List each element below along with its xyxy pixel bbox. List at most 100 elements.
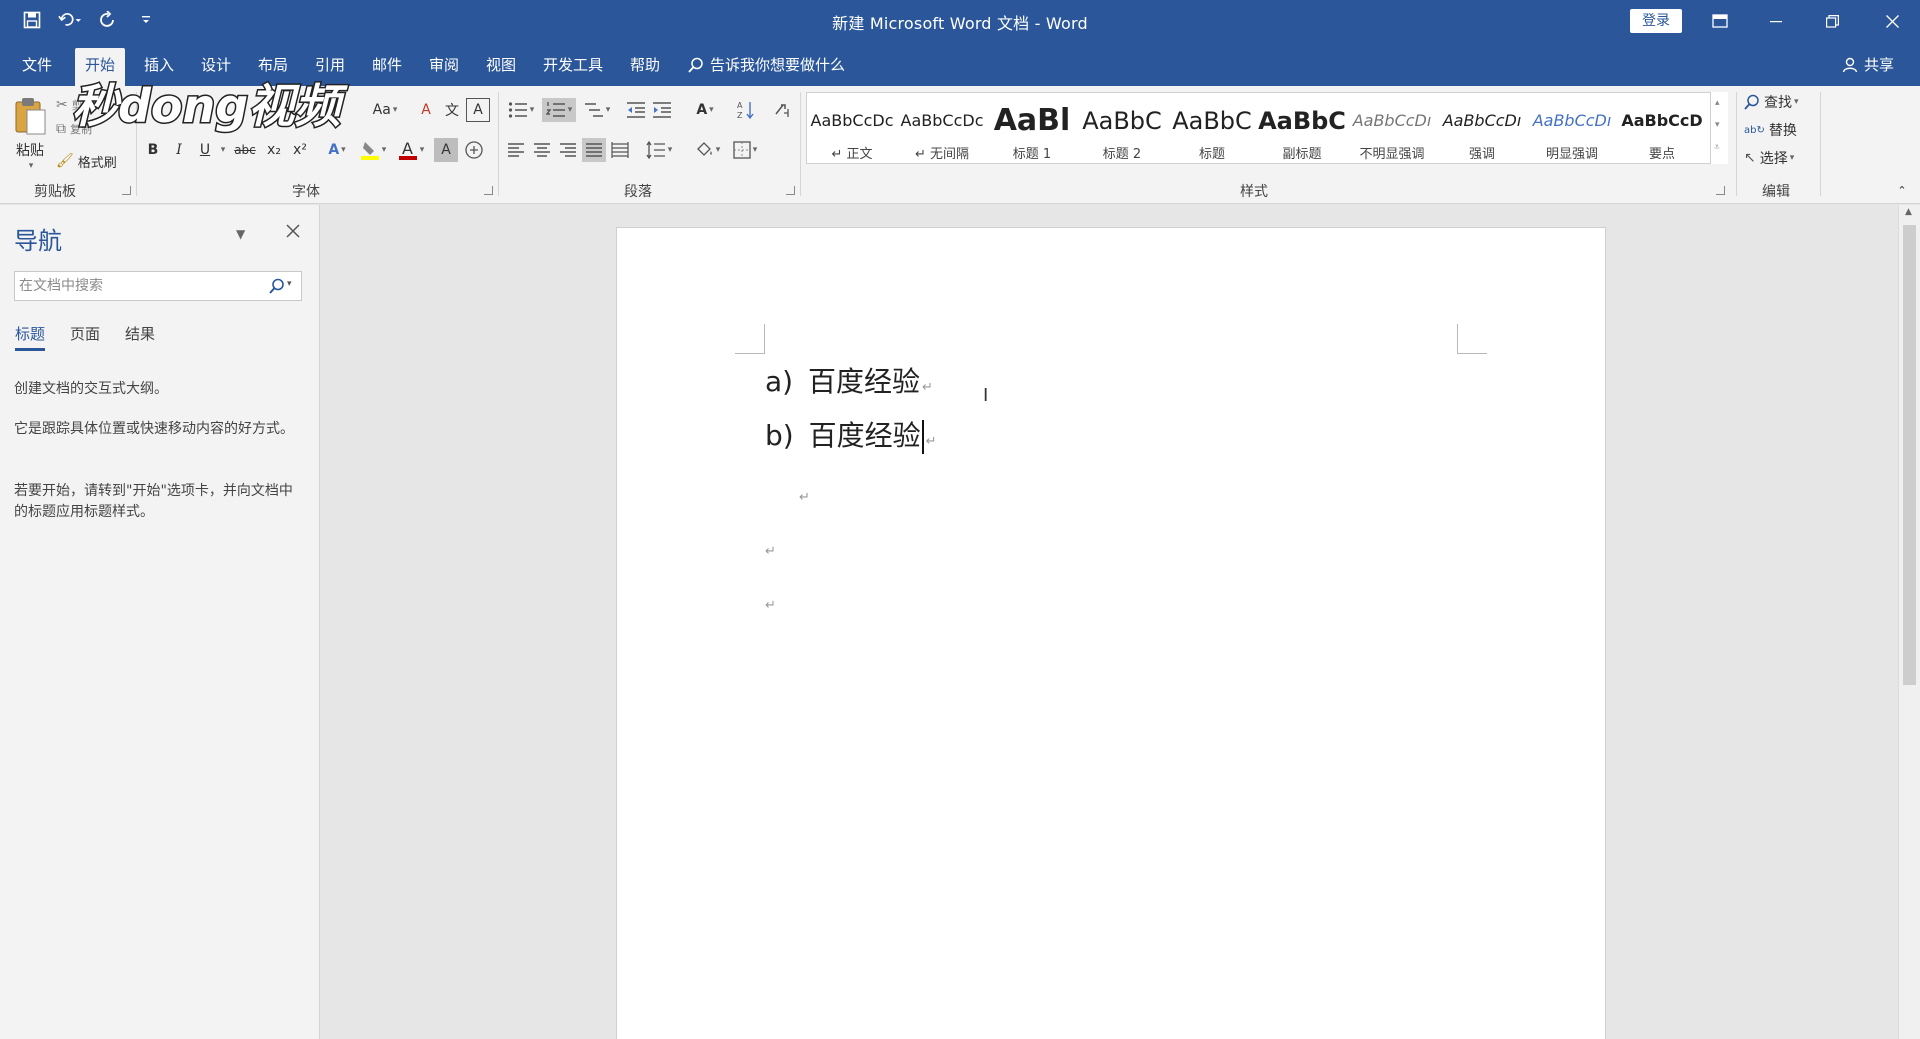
search-input[interactable] xyxy=(19,275,263,297)
tab-view[interactable]: 视图 xyxy=(476,48,526,86)
select-button[interactable]: ↖ 选择 ▾ xyxy=(1744,146,1820,170)
align-center-button[interactable] xyxy=(530,138,554,162)
style-normal[interactable]: AaBbCcDc ↵ 正文 xyxy=(807,93,897,163)
phonetic-guide-button[interactable]: 文 xyxy=(440,98,464,122)
styles-launcher[interactable] xyxy=(1716,186,1725,195)
character-shading-button[interactable]: A xyxy=(434,138,458,162)
text-effects-button[interactable]: A ▾ xyxy=(320,138,354,162)
undo-button[interactable] xyxy=(58,8,82,32)
list-item[interactable]: b) 百度经验 ↵ xyxy=(765,414,937,454)
decrease-indent-button[interactable] xyxy=(624,98,648,122)
tab-review[interactable]: 审阅 xyxy=(419,48,469,86)
search-button[interactable] xyxy=(269,278,285,298)
show-hide-marks-button[interactable] xyxy=(770,98,794,122)
search-options-dropdown[interactable]: ▾ xyxy=(287,279,292,289)
style-subtle-emphasis[interactable]: AaBbCcDı 不明显强调 xyxy=(1347,93,1437,163)
style-heading-2[interactable]: AaBbC 标题 2 xyxy=(1077,93,1167,163)
superscript-button[interactable]: x² xyxy=(288,138,312,162)
close-button[interactable] xyxy=(1864,0,1920,42)
gallery-more-icon[interactable]: ⩡ xyxy=(1714,142,1720,153)
styles-group-label: 样式 xyxy=(1240,184,1268,200)
sort-button[interactable]: AZ xyxy=(734,98,758,122)
character-border-icon: A xyxy=(473,102,483,118)
list-text: 百度经验 xyxy=(808,365,921,398)
paragraph-mark: ↵ xyxy=(925,434,937,449)
justify-button[interactable] xyxy=(582,138,606,162)
style-emphasis[interactable]: AaBbCcDı 强调 xyxy=(1437,93,1527,163)
highlighter-icon xyxy=(360,142,379,160)
enclose-characters-button[interactable] xyxy=(462,138,486,162)
clipboard-launcher[interactable] xyxy=(122,186,131,195)
margin-corner-mark xyxy=(1457,324,1487,354)
format-painter-button[interactable]: 🖌 格式刷 xyxy=(56,150,128,172)
scroll-up-icon[interactable]: ▲ xyxy=(1905,207,1912,217)
font-launcher[interactable] xyxy=(484,186,493,195)
redo-button[interactable] xyxy=(96,8,120,32)
nav-tab-pages[interactable]: 页面 xyxy=(70,323,100,351)
align-left-button[interactable] xyxy=(504,138,528,162)
style-intense-emphasis[interactable]: AaBbCcDı 明显强调 xyxy=(1527,93,1617,163)
restore-button[interactable] xyxy=(1804,0,1860,42)
style-title[interactable]: AaBbC 标题 xyxy=(1167,93,1257,163)
nav-tab-results[interactable]: 结果 xyxy=(125,323,155,351)
save-button[interactable] xyxy=(20,8,44,32)
tab-developer[interactable]: 开发工具 xyxy=(533,48,613,86)
minimize-button[interactable] xyxy=(1748,0,1804,42)
scroll-up-icon[interactable]: ▴ xyxy=(1715,98,1720,108)
scrollbar-thumb[interactable] xyxy=(1903,225,1916,685)
replace-button[interactable]: ab↻ 替换 xyxy=(1744,118,1820,142)
align-right-button[interactable] xyxy=(556,138,580,162)
nav-options-button[interactable]: ▼ xyxy=(236,227,245,241)
bold-button[interactable]: B xyxy=(142,138,164,162)
change-case-button[interactable]: Aa ▾ xyxy=(368,98,402,122)
nav-tab-headings[interactable]: 标题 xyxy=(15,323,46,351)
customize-qat-button[interactable] xyxy=(134,8,158,32)
increase-indent-button[interactable] xyxy=(650,98,674,122)
find-button[interactable]: 查找 ▾ xyxy=(1744,90,1820,114)
phonetic-guide-icon: 文 xyxy=(445,103,459,119)
style-heading-1[interactable]: AaBl 标题 1 xyxy=(987,93,1077,163)
distributed-button[interactable] xyxy=(608,138,632,162)
share-button[interactable]: 共享 xyxy=(1842,48,1894,82)
clear-formatting-button[interactable]: A xyxy=(414,98,438,122)
style-subtitle[interactable]: AaBbC 副标题 xyxy=(1257,93,1347,163)
tab-help[interactable]: 帮助 xyxy=(620,48,670,86)
paste-dropdown[interactable]: ▾ xyxy=(24,160,36,172)
underline-button[interactable]: U xyxy=(194,138,216,162)
italic-button[interactable]: I xyxy=(168,138,190,162)
clipboard-group-label: 剪贴板 xyxy=(34,184,76,200)
tab-file[interactable]: 文件 xyxy=(12,48,62,86)
login-button[interactable]: 登录 xyxy=(1630,9,1682,33)
multilevel-list-button[interactable]: ▾ xyxy=(580,98,614,122)
watermark-logo-icon: 秒dong视频 xyxy=(71,78,350,135)
paragraph-launcher[interactable] xyxy=(786,186,795,195)
document-page[interactable]: a) 百度经验 ↵ b) 百度经验 ↵ ↵ ↵ ↵ xyxy=(616,227,1606,1039)
character-border-button[interactable]: A xyxy=(466,98,490,122)
chinese-layout-button[interactable]: A ▾ xyxy=(688,98,722,122)
font-color-button[interactable]: A ▾ xyxy=(394,138,428,162)
line-spacing-button[interactable]: ▾ xyxy=(642,138,676,162)
font-color-icon: A xyxy=(398,139,417,160)
decrease-indent-icon xyxy=(627,102,645,118)
styles-gallery-scroll[interactable]: ▴ ▾ ⩡ xyxy=(1710,92,1728,164)
style-strong[interactable]: AaBbCcD 要点 xyxy=(1617,93,1707,163)
vertical-scrollbar[interactable]: ▲ xyxy=(1898,205,1920,1039)
tell-me-box[interactable]: 告诉我你想要做什么 xyxy=(688,48,845,82)
nav-close-button[interactable] xyxy=(286,223,300,242)
scroll-down-icon[interactable]: ▾ xyxy=(1715,120,1720,130)
underline-dropdown[interactable]: ▾ xyxy=(216,138,228,162)
increase-indent-icon xyxy=(653,102,671,118)
borders-button[interactable]: ▾ xyxy=(728,138,762,162)
shading-button[interactable]: ▾ xyxy=(690,138,724,162)
margin-corner-mark xyxy=(735,324,765,354)
style-no-spacing[interactable]: AaBbCcDc ↵ 无间隔 xyxy=(897,93,987,163)
paste-button[interactable] xyxy=(10,92,50,140)
strikethrough-button[interactable]: abc xyxy=(230,138,260,162)
bullets-button[interactable]: ▾ xyxy=(504,98,538,122)
subscript-button[interactable]: x₂ xyxy=(262,138,286,162)
numbering-button[interactable]: ▾ xyxy=(542,98,576,122)
list-item[interactable]: a) 百度经验 ↵ xyxy=(765,360,933,400)
collapse-ribbon-button[interactable]: ⌃ xyxy=(1894,182,1910,198)
highlight-button[interactable]: ▾ xyxy=(356,138,390,162)
ribbon-display-options-button[interactable] xyxy=(1692,0,1748,42)
